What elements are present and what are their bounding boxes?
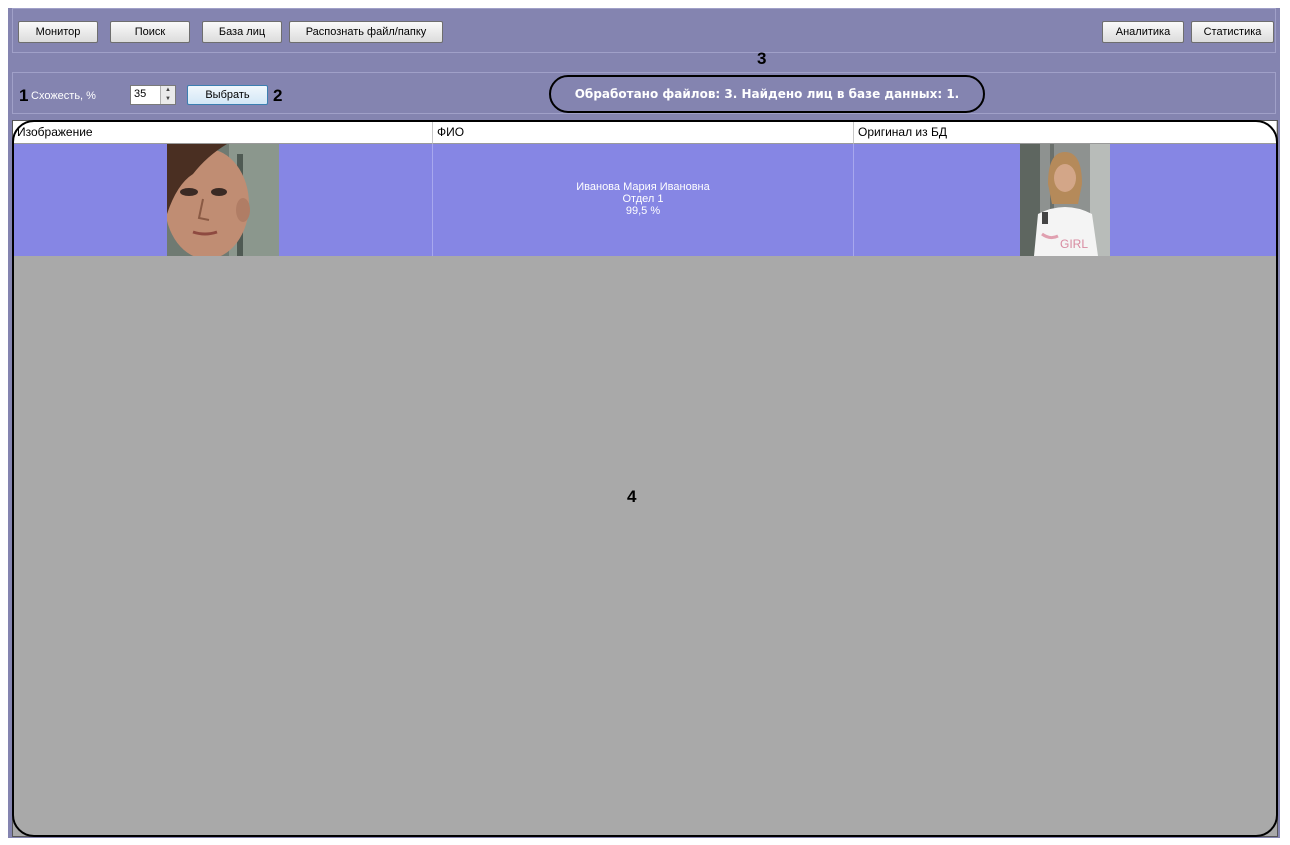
status-text: Обработано файлов: 3. Найдено лиц в базе… (549, 75, 985, 113)
cell-image[interactable] (13, 144, 433, 256)
callout-2: 2 (273, 86, 283, 105)
face-crop-photo (167, 144, 279, 256)
analytics-button[interactable]: Аналитика (1102, 21, 1184, 43)
cell-original[interactable]: GIRL (854, 144, 1277, 256)
face-database-button[interactable]: База лиц (202, 21, 282, 43)
search-button[interactable]: Поиск (110, 21, 190, 43)
monitor-button[interactable]: Монитор (18, 21, 98, 43)
column-header-name[interactable]: ФИО (433, 121, 854, 144)
callout-4: 4 (627, 487, 637, 506)
callout-3: 3 (757, 49, 767, 68)
person-similarity: 99,5 % (625, 205, 661, 217)
stepper-arrows[interactable]: ▲ ▼ (160, 86, 175, 104)
select-button[interactable]: Выбрать (187, 85, 268, 105)
stepper-down-icon[interactable]: ▼ (161, 95, 175, 104)
recognize-file-folder-button[interactable]: Распознать файл/папку (289, 21, 443, 43)
column-header-image[interactable]: Изображение (13, 121, 433, 144)
similarity-value[interactable]: 35 (134, 88, 146, 100)
original-photo: GIRL (1020, 144, 1110, 256)
person-department: Отдел 1 (622, 193, 664, 205)
person-info: Иванова Мария Ивановна Отдел 1 99,5 % (433, 181, 853, 217)
column-header-original[interactable]: Оригинал из БД (854, 121, 1277, 144)
results-grid[interactable]: Изображение ФИО Оригинал из БД Иванова М… (12, 120, 1278, 837)
stepper-up-icon[interactable]: ▲ (161, 86, 175, 95)
statistics-button[interactable]: Статистика (1191, 21, 1274, 43)
cell-person-info[interactable]: Иванова Мария Ивановна Отдел 1 99,5 % (433, 144, 854, 256)
similarity-label: Схожесть, % (31, 90, 96, 102)
similarity-stepper[interactable]: 35 ▲ ▼ (130, 85, 176, 105)
person-name: Иванова Мария Ивановна (576, 181, 710, 193)
callout-1: 1 (19, 86, 29, 105)
svg-text:GIRL: GIRL (1060, 237, 1088, 251)
